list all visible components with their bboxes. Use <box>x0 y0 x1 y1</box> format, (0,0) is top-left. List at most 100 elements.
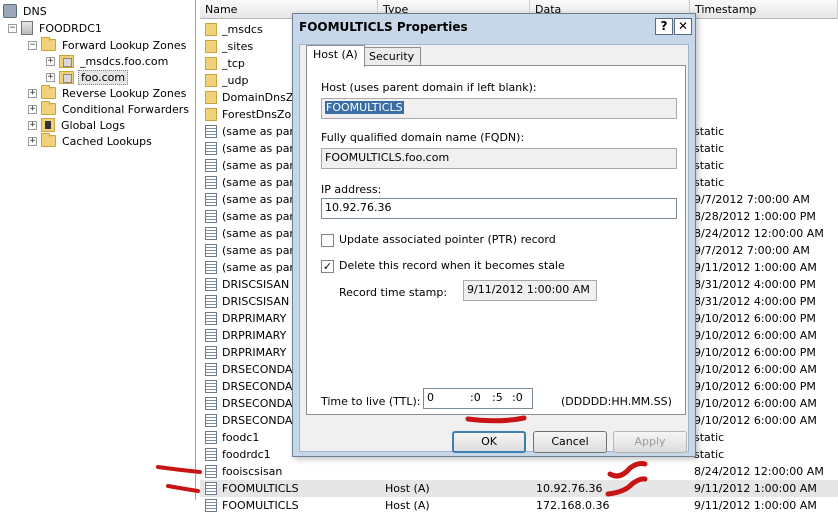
stale-label: Delete this record when it becomes stale <box>339 259 565 272</box>
tab-security[interactable]: Security <box>362 47 422 67</box>
ptr-label: Update associated pointer (PTR) record <box>339 233 556 246</box>
tree-label: Global Logs <box>61 118 125 132</box>
dialog-titlebar[interactable]: FOOMULTICLS Properties ? ✕ <box>293 14 695 42</box>
tree-node-cached-lookups[interactable]: + Cached Lookups <box>28 133 154 149</box>
cell-ts: 9/11/2012 1:00:00 AM <box>694 482 817 495</box>
ip-address-input[interactable]: 10.92.76.36 <box>321 198 677 219</box>
folder-icon <box>205 108 217 121</box>
tree-label: Conditional Forwarders <box>62 102 190 116</box>
tree-node-msdcs-zone[interactable]: + _msdcs.foo.com <box>46 53 170 69</box>
cell-type: Host (A) <box>385 482 430 495</box>
ttl-days[interactable]: 0 <box>427 391 434 404</box>
tree-node-reverse-zones[interactable]: + Reverse Lookup Zones <box>28 85 188 101</box>
cell-name: fooiscsisan <box>222 465 283 478</box>
expand-icon[interactable]: + <box>28 104 37 114</box>
tab-panel-host: Host (uses parent domain if left blank):… <box>306 65 686 415</box>
expand-icon[interactable]: + <box>46 72 55 82</box>
tree-node-server[interactable]: − FOODRDC1 <box>8 20 104 36</box>
host-field: FOOMULTICLS <box>321 98 677 119</box>
apply-button[interactable]: Apply <box>613 431 687 453</box>
ttl-input[interactable]: 0 :0 :5 :0 <box>423 388 533 409</box>
cell-ts: static <box>694 159 725 172</box>
cell-name: FOOMULTICLS <box>222 482 299 495</box>
folder-icon <box>41 37 56 51</box>
record-icon <box>205 414 217 427</box>
record-icon <box>205 176 217 189</box>
tree-label: DNS <box>23 4 47 18</box>
dialog-title: FOOMULTICLS Properties <box>299 20 468 34</box>
column-header-timestamp[interactable]: Timestamp <box>690 0 838 19</box>
tree-label: Cached Lookups <box>62 134 152 148</box>
folder-icon <box>205 74 217 87</box>
server-icon <box>21 21 33 35</box>
cell-ts: static <box>694 142 725 155</box>
ptr-checkbox[interactable] <box>321 234 334 247</box>
record-icon <box>205 159 217 172</box>
help-button[interactable]: ? <box>655 18 673 35</box>
cell-ts: 8/28/2012 1:00:00 PM <box>694 210 816 223</box>
record-icon <box>205 329 217 342</box>
zone-icon <box>59 70 74 84</box>
ttl-format: (DDDDD:HH.MM.SS) <box>561 395 672 408</box>
tree-label: Forward Lookup Zones <box>62 38 187 52</box>
record-icon <box>205 278 217 291</box>
folder-icon <box>205 91 217 104</box>
expand-icon[interactable]: + <box>46 56 55 66</box>
record-icon <box>205 380 217 393</box>
ok-button[interactable]: OK <box>452 431 526 453</box>
cancel-button[interactable]: Cancel <box>533 431 607 453</box>
ttl-minutes[interactable]: :5 <box>492 391 503 404</box>
record-icon <box>205 346 217 359</box>
record-icon <box>205 431 217 444</box>
cell-ts: 9/10/2012 6:00:00 PM <box>694 380 816 393</box>
record-icon <box>205 295 217 308</box>
tree-node-forward-zones[interactable]: − Forward Lookup Zones <box>28 37 188 53</box>
host-label: Host (uses parent domain if left blank): <box>321 81 537 94</box>
cell-ts: 8/31/2012 4:00:00 PM <box>694 295 816 308</box>
close-button[interactable]: ✕ <box>674 18 692 35</box>
record-icon <box>205 363 217 376</box>
collapse-icon[interactable]: − <box>28 40 37 50</box>
table-row[interactable]: FOOMULTICLS Host (A) 10.92.76.36 9/11/2012 … <box>200 480 838 497</box>
tree-node-dns[interactable]: DNS <box>3 3 49 19</box>
cell-ts: 9/10/2012 6:00:00 AM <box>694 363 817 376</box>
tree-label: _msdcs.foo.com <box>80 54 169 68</box>
stamp-label: Record time stamp: <box>339 286 448 299</box>
tree-node-foo-zone[interactable]: + foo.com <box>46 69 129 85</box>
expand-icon[interactable]: + <box>28 120 37 130</box>
tree-node-global-logs[interactable]: + Global Logs <box>28 117 127 133</box>
record-icon <box>205 261 217 274</box>
tree-label: foo.com <box>78 69 129 85</box>
dialog-body: Host (A) Security Host (uses parent doma… <box>299 44 689 453</box>
tree-node-conditional-forwarders[interactable]: + Conditional Forwarders <box>28 101 191 117</box>
stale-checkbox[interactable]: ✓ <box>321 260 334 273</box>
tab-host-a[interactable]: Host (A) <box>306 45 365 67</box>
record-icon <box>205 210 217 223</box>
record-icon <box>205 499 217 512</box>
record-icon <box>205 312 217 325</box>
cell-ts: 9/10/2012 6:00:00 AM <box>694 414 817 427</box>
cell-ts: 9/10/2012 6:00:00 PM <box>694 346 816 359</box>
ttl-hours[interactable]: :0 <box>470 391 481 404</box>
folder-icon <box>41 101 56 115</box>
cell-ts: 9/11/2012 1:00:00 AM <box>694 261 817 274</box>
log-icon <box>41 118 55 132</box>
table-row[interactable]: fooiscsisan 8/24/2012 12:00:00 AM <box>200 463 838 480</box>
ttl-seconds[interactable]: :0 <box>512 391 523 404</box>
ttl-label: Time to live (TTL): <box>321 395 421 408</box>
cell-data: 10.92.76.36 <box>536 482 603 495</box>
cell-ts: static <box>694 176 725 189</box>
cell-ts: 9/7/2012 7:00:00 AM <box>694 244 810 257</box>
collapse-icon[interactable]: − <box>8 23 17 33</box>
expand-icon[interactable]: + <box>28 136 37 146</box>
cell-ts: 9/10/2012 6:00:00 AM <box>694 397 817 410</box>
cell-ts: 9/10/2012 6:00:00 PM <box>694 312 816 325</box>
cell-ts: static <box>694 448 725 461</box>
ip-label: IP address: <box>321 183 382 196</box>
record-icon <box>205 482 217 495</box>
fqdn-field: FOOMULTICLS.foo.com <box>321 148 677 169</box>
console-tree: DNS − FOODRDC1 − Forward Lookup Zones + … <box>0 0 196 500</box>
expand-icon[interactable]: + <box>28 88 37 98</box>
cell-ts: static <box>694 125 725 138</box>
cell-ts: 9/7/2012 7:00:00 AM <box>694 193 810 206</box>
